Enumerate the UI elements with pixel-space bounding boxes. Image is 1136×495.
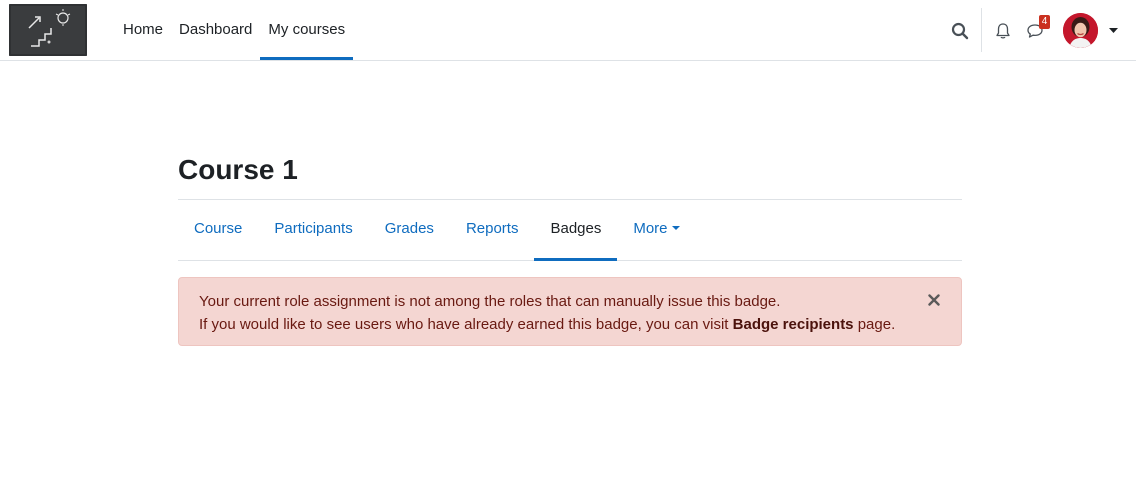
alert-close-button[interactable] xyxy=(925,291,943,309)
navbar-divider xyxy=(981,8,982,52)
alert-line-2-prefix: If you would like to see users who have … xyxy=(199,316,733,333)
chalkboard-logo-image xyxy=(9,4,87,56)
tab-reports[interactable]: Reports xyxy=(450,200,535,260)
primary-navigation: Home Dashboard My courses xyxy=(115,0,353,60)
error-alert: Your current role assignment is not amon… xyxy=(178,277,962,346)
nav-my-courses[interactable]: My courses xyxy=(260,0,353,60)
site-logo[interactable] xyxy=(9,4,87,56)
caret-down-icon xyxy=(671,226,680,230)
user-avatar[interactable] xyxy=(1063,13,1098,48)
tab-course[interactable]: Course xyxy=(178,200,258,260)
tab-more[interactable]: More xyxy=(617,200,695,260)
tab-grades[interactable]: Grades xyxy=(369,200,450,260)
user-photo xyxy=(1063,13,1098,48)
tab-badges[interactable]: Badges xyxy=(534,200,618,261)
caret-down-icon xyxy=(1108,28,1118,33)
page-title: Course 1 xyxy=(178,154,298,185)
search-button[interactable] xyxy=(948,19,972,43)
user-menu-toggle[interactable] xyxy=(1106,24,1120,38)
tab-more-label: More xyxy=(633,220,668,237)
alert-line-2: If you would like to see users who have … xyxy=(199,313,911,336)
course-secondary-navigation: Course Participants Grades Reports Badge… xyxy=(178,200,962,261)
alert-line-1: Your current role assignment is not amon… xyxy=(199,293,781,310)
nav-dashboard[interactable]: Dashboard xyxy=(171,0,260,60)
notifications-button[interactable] xyxy=(991,19,1015,43)
bell-icon xyxy=(996,23,1010,39)
close-icon xyxy=(928,294,940,306)
nav-home[interactable]: Home xyxy=(115,0,171,60)
tab-participants[interactable]: Participants xyxy=(258,200,368,260)
alert-line-2-suffix: page. xyxy=(853,316,896,333)
top-navbar: Home Dashboard My courses 4 xyxy=(0,0,1136,61)
search-icon xyxy=(951,22,969,40)
badge-recipients-link[interactable]: Badge recipients xyxy=(733,316,854,333)
messages-count-badge: 4 xyxy=(1039,15,1050,29)
